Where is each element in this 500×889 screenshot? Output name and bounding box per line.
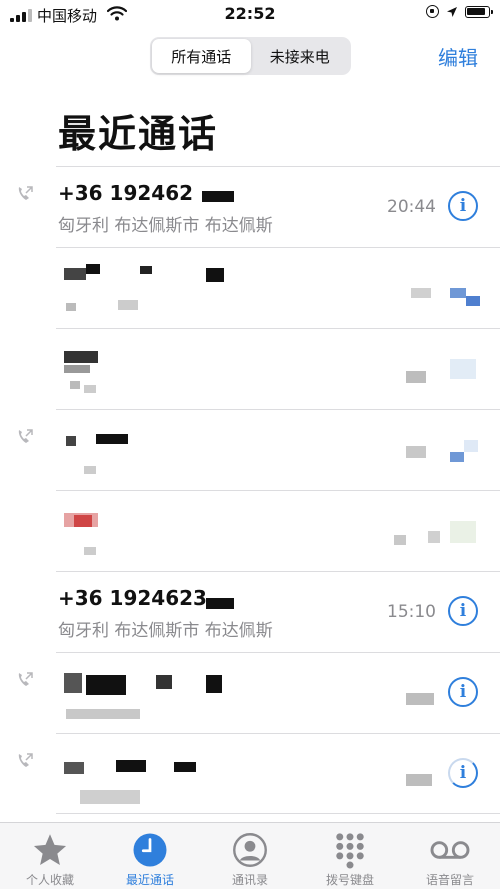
call-number: +36 1924623 — [58, 586, 207, 610]
redacted-location — [84, 547, 96, 555]
tab-recents[interactable]: 最近通话 — [100, 823, 200, 889]
redacted-location — [80, 790, 140, 804]
location-icon — [447, 6, 457, 17]
call-row[interactable]: +36 1924623 匈牙利 布达佩斯市 布达佩斯 15:10 i — [56, 571, 500, 652]
tab-missed-calls[interactable]: 未接来电 — [251, 39, 350, 73]
star-icon — [33, 834, 67, 865]
contact-icon — [233, 833, 267, 867]
orientation-lock-icon — [426, 5, 439, 18]
page-title: 最近通话 — [58, 112, 219, 156]
status-right — [426, 5, 493, 18]
info-button[interactable]: i — [448, 758, 478, 788]
redacted-location — [84, 466, 96, 474]
tab-label: 通讯录 — [231, 873, 268, 887]
outgoing-call-icon — [18, 753, 33, 767]
tab-bar: 个人收藏 最近通话 通讯录 拨号键盘 语音留言 — [0, 822, 500, 889]
redacted-location — [66, 709, 140, 719]
redacted-number — [64, 268, 86, 280]
info-button[interactable]: i — [448, 596, 478, 626]
tab-label: 最近通话 — [125, 873, 174, 887]
redacted-number — [64, 673, 82, 693]
call-location: 匈牙利 布达佩斯市 布达佩斯 — [58, 621, 273, 641]
redacted-number — [64, 351, 98, 363]
call-row[interactable] — [56, 328, 500, 409]
call-filter-segment: 所有通话 未接来电 — [150, 37, 351, 75]
edit-button[interactable]: 编辑 — [438, 42, 478, 71]
call-row[interactable] — [18, 409, 500, 490]
tab-all-calls[interactable]: 所有通话 — [152, 39, 251, 73]
redacted-number — [64, 762, 84, 774]
call-time: 15:10 — [387, 602, 436, 622]
call-row[interactable]: +36 192462 匈牙利 布达佩斯市 布达佩斯 20:44 i — [18, 166, 500, 247]
status-bar: 中国移动 22:52 — [0, 0, 500, 30]
redacted-location — [66, 303, 76, 311]
info-button[interactable]: i — [448, 677, 478, 707]
tab-label: 拨号键盘 — [325, 873, 374, 887]
info-button[interactable] — [450, 288, 466, 298]
keypad-icon — [336, 833, 364, 869]
call-time: 20:44 — [387, 197, 436, 217]
outgoing-call-icon — [18, 186, 33, 200]
tab-label: 个人收藏 — [25, 873, 74, 887]
tab-contacts[interactable]: 通讯录 — [200, 823, 300, 889]
call-row[interactable] — [56, 490, 500, 571]
redacted-location — [70, 381, 80, 389]
info-button[interactable]: i — [448, 191, 478, 221]
outgoing-call-icon — [18, 429, 33, 443]
info-button[interactable] — [450, 359, 476, 379]
battery-icon — [465, 5, 493, 18]
info-button[interactable] — [450, 521, 476, 543]
call-row[interactable]: i — [18, 652, 500, 733]
clock-icon — [133, 833, 167, 867]
outgoing-call-icon — [18, 672, 33, 686]
tab-label: 语音留言 — [425, 873, 474, 887]
redacted-number — [66, 436, 76, 446]
call-number: +36 192462 — [58, 181, 194, 205]
voicemail-icon — [430, 841, 470, 859]
recent-calls-list: +36 192462 匈牙利 布达佩斯市 布达佩斯 20:44 i +36 19… — [0, 166, 500, 814]
call-location: 匈牙利 布达佩斯市 布达佩斯 — [58, 216, 273, 236]
info-button[interactable] — [450, 452, 464, 462]
tab-voicemail[interactable]: 语音留言 — [400, 823, 500, 889]
status-time: 22:52 — [224, 4, 276, 23]
tab-favorites[interactable]: 个人收藏 — [0, 823, 100, 889]
tab-keypad[interactable]: 拨号键盘 — [300, 823, 400, 889]
call-row[interactable]: i — [18, 733, 500, 814]
call-row[interactable] — [56, 247, 500, 328]
